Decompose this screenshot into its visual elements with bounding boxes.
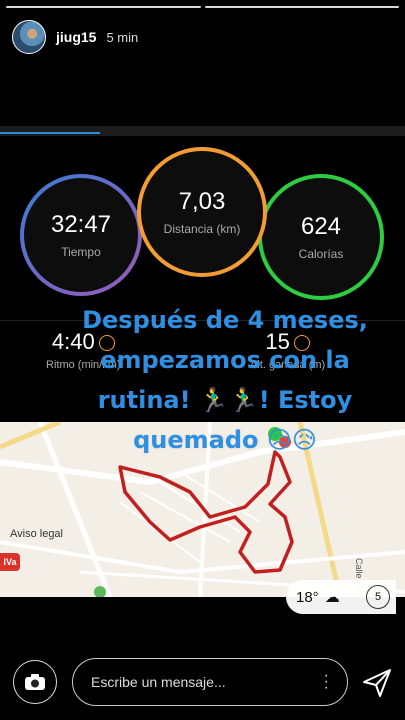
map-badge: IVa xyxy=(0,553,20,571)
camera-button[interactable] xyxy=(13,660,57,704)
camera-icon xyxy=(25,674,45,690)
calories-ring: 624 Calorías xyxy=(258,174,384,300)
avatar[interactable] xyxy=(12,20,46,54)
message-placeholder: Escribe un mensaje... xyxy=(91,674,226,690)
username[interactable]: jiug15 xyxy=(56,29,96,45)
more-dots-icon[interactable]: · · · xyxy=(324,668,329,696)
active-tab-indicator xyxy=(0,132,100,134)
tab-bar xyxy=(0,126,405,136)
send-icon[interactable] xyxy=(360,666,394,700)
reply-bar: Escribe un mensaje... · · · xyxy=(0,652,405,720)
time-label: Tiempo xyxy=(61,245,101,259)
post-time: 5 min xyxy=(106,29,139,45)
cloud-icon: ☁ xyxy=(324,589,340,606)
story-progress xyxy=(6,6,399,8)
distance-ring: 7,03 Distancia (km) xyxy=(137,147,267,277)
progress-segment xyxy=(204,6,399,8)
message-input[interactable]: Escribe un mensaje... · · · xyxy=(72,658,348,706)
time-ring: 32:47 Tiempo xyxy=(20,174,142,296)
calories-label: Calorías xyxy=(298,247,344,261)
distance-label: Distancia (km) xyxy=(163,222,241,236)
story-caption: Después de 4 meses, empezamos con la rut… xyxy=(82,306,368,454)
distance-value: 7,03 xyxy=(178,188,226,215)
progress-segment xyxy=(6,6,201,8)
aqi-badge: 5 xyxy=(366,585,390,609)
weather-widget: 18° ☁ 5 xyxy=(286,580,396,614)
story-header[interactable]: jiug15 5 min xyxy=(12,20,138,54)
time-value: 32:47 xyxy=(50,211,112,238)
temperature: 18° xyxy=(296,588,319,606)
calories-value: 624 xyxy=(300,213,342,240)
legal-link[interactable]: Aviso legal xyxy=(10,528,63,540)
story-viewer: jiug15 5 min 32:47 Tiempo 624 Calorías 7… xyxy=(0,0,405,720)
